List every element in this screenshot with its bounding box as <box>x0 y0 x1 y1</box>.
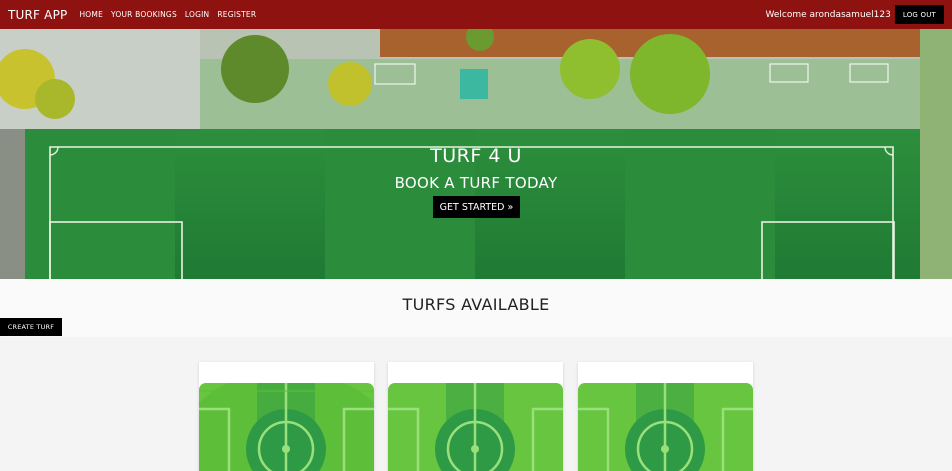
welcome-text: Welcome arondasamuel123 <box>765 9 891 20</box>
turf-card[interactable] <box>578 362 753 471</box>
hero-text-block: TURF 4 U BOOK A TURF TODAY GET STARTED » <box>0 29 952 279</box>
turfs-section-header: TURFS AVAILABLE CREATE TURF <box>0 279 952 337</box>
brand-link[interactable]: TURF APP <box>8 8 67 22</box>
turf-card-image <box>388 383 563 471</box>
hero-title: TURF 4 U <box>430 145 522 167</box>
hero-subtitle: BOOK A TURF TODAY <box>394 174 558 192</box>
top-navbar: TURF APP HOME YOUR BOOKINGS LOGIN REGIST… <box>0 0 952 29</box>
nav-link-your-bookings[interactable]: YOUR BOOKINGS <box>111 10 177 19</box>
turf-card[interactable] <box>388 362 563 471</box>
logout-button[interactable]: LOG OUT <box>894 5 944 24</box>
nav-link-home[interactable]: HOME <box>79 10 103 19</box>
nav-link-register[interactable]: REGISTER <box>217 10 256 19</box>
nav-user-area: Welcome arondasamuel123 LOG OUT <box>765 0 952 29</box>
turf-card-image <box>199 383 374 471</box>
get-started-button[interactable]: GET STARTED » <box>433 196 520 218</box>
create-turf-button[interactable]: CREATE TURF <box>0 318 62 336</box>
section-title: TURFS AVAILABLE <box>402 295 550 314</box>
hero-banner: TURF 4 U BOOK A TURF TODAY GET STARTED » <box>0 29 952 279</box>
turf-card-image <box>578 383 753 471</box>
nav-link-login[interactable]: LOGIN <box>185 10 209 19</box>
turf-cards-grid <box>0 337 952 471</box>
turf-card[interactable] <box>199 362 374 471</box>
